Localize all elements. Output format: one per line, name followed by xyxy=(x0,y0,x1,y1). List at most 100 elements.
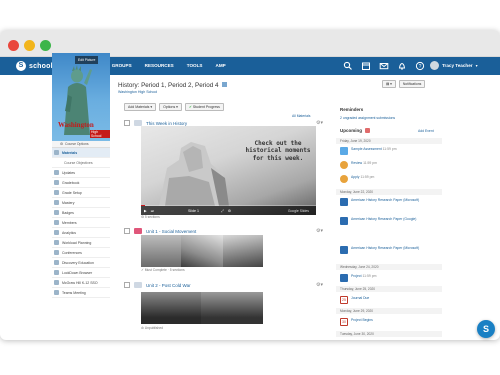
upcoming-item[interactable]: Apply 11:59 pm xyxy=(340,175,374,183)
help-icon[interactable]: ? xyxy=(415,61,425,71)
reminders-heading: Reminders xyxy=(340,107,364,112)
upcoming-item-time: 11:59 pm xyxy=(362,274,377,278)
sidebar-item-mastery[interactable]: Mastery xyxy=(52,198,110,208)
material-title[interactable]: Unit 1 - Social Movement xyxy=(146,229,196,234)
mail-icon[interactable] xyxy=(379,61,389,71)
grade-setup-icon xyxy=(54,190,59,195)
course-sidebar: Edit Picture Washington High School ⚙ Co… xyxy=(52,53,110,298)
upcoming-item[interactable]: American History Research Paper (Microso… xyxy=(340,246,441,254)
nav-amp[interactable]: AMP xyxy=(216,63,226,68)
notifications-button[interactable]: Notifications xyxy=(398,80,426,88)
material-checkbox[interactable] xyxy=(124,228,130,234)
upcoming-heading-text: Upcoming xyxy=(340,128,362,133)
upcoming-item-time: 11:59 pm xyxy=(363,161,377,165)
upcoming-item[interactable]: American History Research Paper (Google) xyxy=(340,217,441,225)
notes-icon[interactable] xyxy=(222,82,228,87)
upcoming-item-title: Project Begins xyxy=(351,318,373,322)
nav-groups[interactable]: GROUPS xyxy=(112,63,132,68)
sidebar-item-label: Grade Setup xyxy=(62,190,82,195)
edit-picture-button[interactable]: Edit Picture xyxy=(75,56,99,64)
upcoming-item[interactable]: 25 Journal Due xyxy=(340,296,369,304)
material-checkbox[interactable] xyxy=(124,282,130,288)
sidebar-item-gradebook[interactable]: Gradebook xyxy=(52,178,110,188)
upcoming-item-title: American History Research Paper (Microso… xyxy=(351,246,420,250)
reminders-link[interactable]: 2 ungraded assignment submissions xyxy=(340,116,395,120)
sidebar-item-materials[interactable]: Materials xyxy=(52,148,110,158)
material-checkbox[interactable] xyxy=(124,120,130,126)
upcoming-item[interactable]: American History Research Paper (Microso… xyxy=(340,198,441,206)
all-materials-filter[interactable]: All Materials xyxy=(292,114,310,118)
upcoming-item[interactable]: 30 Project Begins xyxy=(340,318,373,326)
close-window-button[interactable] xyxy=(8,40,19,51)
svg-text:?: ? xyxy=(419,64,422,70)
search-icon[interactable] xyxy=(343,61,353,71)
upcoming-item[interactable]: Sample Assessment 11:59 pm xyxy=(340,147,397,155)
course-options-button[interactable]: ⚙ Course Options xyxy=(52,141,110,148)
material-row-unit1[interactable]: Unit 1 - Social Movement xyxy=(124,228,196,234)
gear-icon[interactable]: ⚙▾ xyxy=(316,228,323,234)
calendar-icon[interactable] xyxy=(361,61,371,71)
sidebar-item-members[interactable]: Members xyxy=(52,218,110,228)
sidebar-item-label: Conferences xyxy=(62,250,82,255)
minimize-window-button[interactable] xyxy=(24,40,35,51)
sidebar-item-mcgraw-hill[interactable]: McGraw Hill K-12 SSO xyxy=(52,278,110,288)
badges-icon xyxy=(54,210,59,215)
upcoming-item[interactable]: Review 11:59 pm xyxy=(340,161,377,169)
upcoming-day-header: Friday, June 19, 2020 xyxy=(336,138,442,144)
materials-toolbar: Add Materials ▾ Options ▾ Student Progre… xyxy=(124,103,224,111)
add-materials-button[interactable]: Add Materials ▾ xyxy=(124,103,157,111)
photo xyxy=(141,292,201,324)
add-event-link[interactable]: Add Event xyxy=(418,129,434,133)
student-progress-button[interactable]: Student Progress xyxy=(184,103,224,111)
embedded-slides-video[interactable]: Check out the historical moments for thi… xyxy=(141,126,316,215)
sidebar-item-label: McGraw Hill K-12 SSO xyxy=(62,280,98,285)
view-toggle-button[interactable]: ▤ ▾ xyxy=(382,80,396,88)
sidebar-item-updates[interactable]: Updates xyxy=(52,168,110,178)
photo xyxy=(181,235,223,267)
folder-icon xyxy=(134,282,142,288)
folder-icon xyxy=(134,228,142,234)
gear-icon[interactable]: ⚙▾ xyxy=(316,282,323,288)
upcoming-day-header: Thursday, June 25, 2020 xyxy=(336,286,442,292)
options-button[interactable]: Options ▾ xyxy=(159,103,182,111)
discussion-icon xyxy=(340,175,348,183)
analytics-icon xyxy=(54,230,59,235)
material-row-unit2[interactable]: Unit 2 - Post Cold War xyxy=(124,282,191,288)
schoology-help-button[interactable]: S xyxy=(477,320,495,338)
upcoming-item[interactable]: Project 11:59 pm xyxy=(340,274,376,282)
sidebar-item-teams-meeting[interactable]: Teams Meeting xyxy=(52,288,110,298)
play-icon[interactable]: ▶ xyxy=(144,209,147,213)
maximize-window-button[interactable] xyxy=(40,40,51,51)
user-menu[interactable]: Tracy Teacher ▾ xyxy=(430,61,478,70)
material-title[interactable]: This Week in History xyxy=(146,121,187,126)
settings-icon[interactable]: ⚙ xyxy=(228,209,231,213)
page-title: History: Period 1, Period 2, Period 4 xyxy=(118,82,228,89)
logo-mark-icon: S xyxy=(16,61,26,71)
sidebar-item-label: Mastery xyxy=(62,200,75,205)
material-title[interactable]: Unit 2 - Post Cold War xyxy=(146,283,191,288)
sidebar-item-workload-planning[interactable]: Workload Planning xyxy=(52,238,110,248)
chevron-down-icon: ▾ xyxy=(475,63,478,68)
sidebar-item-lockdown-browser[interactable]: LockDown Browser xyxy=(52,268,110,278)
gear-icon[interactable]: ⚙▾ xyxy=(316,120,323,126)
sidebar-item-analytics[interactable]: Analytics xyxy=(52,228,110,238)
upcoming-day-header: Wednesday, June 24, 2020 xyxy=(336,264,442,270)
gradebook-icon xyxy=(54,180,59,185)
next-icon[interactable]: ⏭ xyxy=(151,209,154,213)
sidebar-item-conferences[interactable]: Conferences xyxy=(52,248,110,258)
assignment-icon xyxy=(340,246,348,254)
upcoming-item-time: 11:59 pm xyxy=(382,147,397,151)
sidebar-item-badges[interactable]: Badges xyxy=(52,208,110,218)
upcoming-day-header: Monday, June 22, 2020 xyxy=(336,189,442,195)
sidebar-item-label: Badges xyxy=(62,210,74,215)
fullscreen-icon[interactable]: ⤢ xyxy=(221,209,224,213)
course-school-link[interactable]: Washington High School xyxy=(118,90,157,94)
nav-tools[interactable]: TOOLS xyxy=(187,63,203,68)
calendar-icon[interactable] xyxy=(365,128,370,133)
sidebar-item-grade-setup[interactable]: Grade Setup xyxy=(52,188,110,198)
nav-resources[interactable]: RESOURCES xyxy=(145,63,174,68)
sidebar-item-discovery-education[interactable]: Discovery Education xyxy=(52,258,110,268)
sidebar-item-course-objectives[interactable]: Course Objectives xyxy=(52,158,110,168)
upcoming-item-title: American History Research Paper (Google) xyxy=(351,217,417,221)
bell-icon[interactable] xyxy=(397,61,407,71)
